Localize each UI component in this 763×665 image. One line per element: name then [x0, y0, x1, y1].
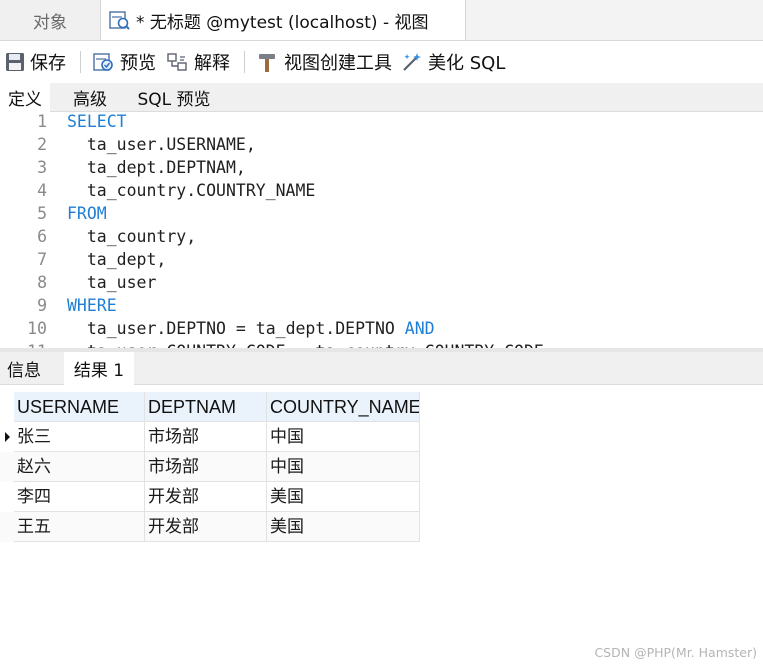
- line-number: 6: [37, 227, 47, 246]
- table-cell[interactable]: 王五: [14, 512, 145, 542]
- column-header[interactable]: USERNAME: [14, 392, 145, 422]
- code-line: ta_user.DEPTNO = ta_dept.DEPTNO AND: [86, 319, 435, 338]
- explain-button[interactable]: 解释: [166, 41, 230, 83]
- save-button[interactable]: 保存: [4, 41, 66, 83]
- editor-subtabs: 定义 高级 SQL 预览: [0, 83, 763, 112]
- table-cell[interactable]: 张三: [14, 422, 145, 452]
- tab-info[interactable]: 信息: [0, 352, 48, 384]
- code-line: ta_country,: [86, 227, 197, 246]
- toolbar-divider: [244, 51, 245, 73]
- table-row[interactable]: 李四 开发部 美国: [0, 482, 420, 512]
- code-line: SELECT: [67, 112, 127, 131]
- table-cell[interactable]: 李四: [14, 482, 145, 512]
- column-header[interactable]: COUNTRY_NAME: [267, 392, 420, 422]
- view-document-icon: [109, 11, 130, 30]
- code-line: ta_dept,: [86, 250, 167, 269]
- toolbar-divider: [80, 51, 81, 73]
- sql-editor[interactable]: 1 SELECT 2 ta_user.USERNAME, 3 ta_dept.DEPT…: [0, 112, 763, 348]
- tab-definition[interactable]: 定义: [0, 83, 50, 112]
- line-number: 3: [37, 158, 47, 177]
- table-row[interactable]: 张三 市场部 中国: [0, 422, 420, 452]
- table-cell[interactable]: 市场部: [145, 452, 267, 482]
- code-line: ta_user: [86, 273, 157, 292]
- explain-label: 解释: [194, 53, 230, 74]
- tab-bar: 对象 * 无标题 @mytest (localhost) - 视图: [0, 0, 763, 41]
- view-builder-label: 视图创建工具: [284, 53, 392, 74]
- result-tabs: 信息 结果 1: [0, 352, 763, 385]
- table-cell[interactable]: 美国: [267, 482, 420, 512]
- code-line: ta_country.COUNTRY_NAME: [86, 181, 316, 200]
- current-row-indicator-icon: [0, 422, 14, 452]
- result-grid: USERNAME DEPTNAM COUNTRY_NAME 张三 市场部 中国 赵六 市场部中…: [0, 392, 420, 542]
- explain-icon: [167, 53, 187, 71]
- tab-view-untitled[interactable]: * 无标题 @mytest (localhost) - 视图: [101, 0, 466, 40]
- table-cell[interactable]: 赵六: [14, 452, 145, 482]
- code-line: WHERE: [67, 296, 117, 315]
- table-cell[interactable]: 中国: [267, 452, 420, 482]
- table-row[interactable]: 王五 开发部 美国: [0, 512, 420, 542]
- table-cell[interactable]: 市场部: [145, 422, 267, 452]
- save-label: 保存: [30, 53, 66, 74]
- view-builder-button[interactable]: 视图创建工具: [256, 41, 392, 83]
- toolbar: 保存 预览 解释 视图创建工具 美化 SQL: [0, 41, 763, 83]
- code-line: FROM: [67, 204, 107, 223]
- tab-advanced[interactable]: 高级: [64, 83, 116, 111]
- line-number: 7: [37, 250, 47, 269]
- beautify-sql-label: 美化 SQL: [428, 53, 506, 74]
- preview-icon: [93, 53, 113, 71]
- tab-view-label: * 无标题 @mytest (localhost) - 视图: [136, 12, 429, 33]
- save-icon: [6, 53, 24, 71]
- tab-objects[interactable]: 对象: [0, 0, 101, 40]
- table-row[interactable]: 赵六 市场部 中国: [0, 452, 420, 482]
- code-line: ta_dept.DEPTNAM,: [86, 158, 246, 177]
- table-cell[interactable]: 开发部: [145, 482, 267, 512]
- table-cell[interactable]: 美国: [267, 512, 420, 542]
- line-number: 10: [27, 319, 47, 338]
- table-cell[interactable]: 中国: [267, 422, 420, 452]
- beautify-sql-button[interactable]: 美化 SQL: [400, 41, 505, 83]
- preview-button[interactable]: 预览: [92, 41, 156, 83]
- magic-wand-icon: [403, 53, 421, 71]
- code-line: ta_user.USERNAME,: [86, 135, 256, 154]
- watermark: CSDN @PHP(Mr. Hamster): [594, 645, 757, 660]
- line-number: 5: [37, 204, 47, 223]
- grid-header-row: USERNAME DEPTNAM COUNTRY_NAME: [0, 392, 420, 422]
- tab-result-1[interactable]: 结果 1: [64, 352, 134, 385]
- line-number: 1: [37, 112, 47, 131]
- table-cell[interactable]: 开发部: [145, 512, 267, 542]
- line-number: 2: [37, 135, 47, 154]
- tab-sql-preview[interactable]: SQL 预览: [132, 83, 216, 111]
- line-number: 4: [37, 181, 47, 200]
- column-header[interactable]: DEPTNAM: [145, 392, 267, 422]
- hammer-icon: [259, 54, 275, 72]
- preview-label: 预览: [120, 53, 156, 74]
- line-number: 8: [37, 273, 47, 292]
- line-number: 9: [37, 296, 47, 315]
